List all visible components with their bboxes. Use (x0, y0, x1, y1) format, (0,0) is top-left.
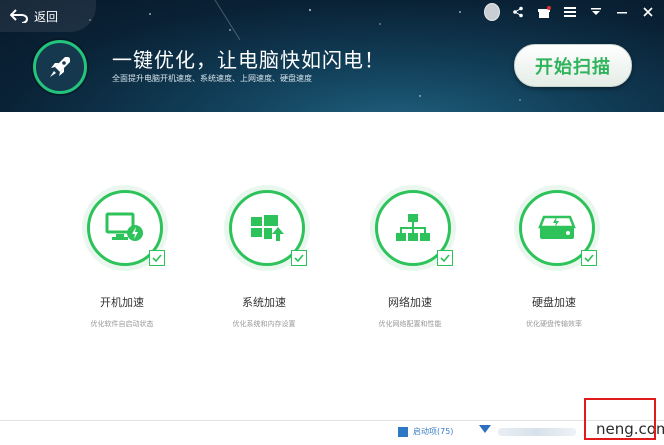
back-arrow-icon (10, 9, 28, 23)
footer-divider (0, 420, 664, 421)
close-icon[interactable] (640, 4, 656, 20)
item-title: 开机加速 (100, 296, 144, 309)
window-toolbar (484, 3, 656, 21)
gift-icon[interactable] (536, 4, 552, 20)
item-description: 优化系统和内存设置 (232, 320, 296, 328)
page-headline: 一键优化，让电脑快如闪电！ (112, 48, 385, 72)
startup-items-label: 启动项(75) (413, 427, 454, 436)
account-avatar[interactable] (484, 3, 500, 21)
startup-items-link[interactable]: 启动项(75) (398, 426, 453, 437)
share-icon[interactable] (510, 4, 526, 20)
checkbox-checked[interactable] (437, 250, 453, 266)
option-network-speed[interactable]: 网络加速 优化网络配置和性能 (340, 190, 480, 340)
header-banner: 返回 一键优化，让电脑快如闪电！ 全面提升电脑开机速度、系统速度、上网速度、硬盘… (0, 0, 664, 112)
item-title: 网络加速 (388, 296, 432, 309)
item-description: 优化软件自启动状态 (90, 320, 154, 328)
minimize-icon[interactable] (614, 4, 630, 20)
checkbox-checked[interactable] (291, 250, 307, 266)
highlight-box (584, 398, 656, 440)
option-disk-speed[interactable]: 硬盘加速 优化硬盘传输效率 (484, 190, 624, 340)
item-title: 系统加速 (242, 296, 286, 309)
item-description: 优化硬盘传输效率 (526, 320, 582, 328)
blurred-footer-text (498, 428, 576, 436)
caret-down-icon[interactable] (479, 425, 491, 433)
back-button[interactable]: 返回 (0, 0, 96, 32)
dropdown-icon[interactable] (588, 4, 604, 20)
rocket-icon (33, 40, 87, 94)
item-description: 优化网络配置和性能 (378, 320, 442, 328)
option-system-speed[interactable]: 系统加速 优化系统和内存设置 (194, 190, 334, 340)
avatar-icon (484, 3, 500, 21)
checkbox-checked[interactable] (149, 250, 165, 266)
checkbox-checked[interactable] (581, 250, 597, 266)
startup-icon (398, 426, 408, 437)
back-label: 返回 (34, 9, 59, 24)
menu-icon[interactable] (562, 4, 578, 20)
item-title: 硬盘加速 (532, 296, 576, 309)
start-scan-button[interactable]: 开始扫描 (514, 44, 632, 87)
option-boot-speed[interactable]: 开机加速 优化软件自启动状态 (52, 190, 192, 340)
page-subline: 全面提升电脑开机速度、系统速度、上网速度、硬盘速度 (112, 74, 312, 83)
